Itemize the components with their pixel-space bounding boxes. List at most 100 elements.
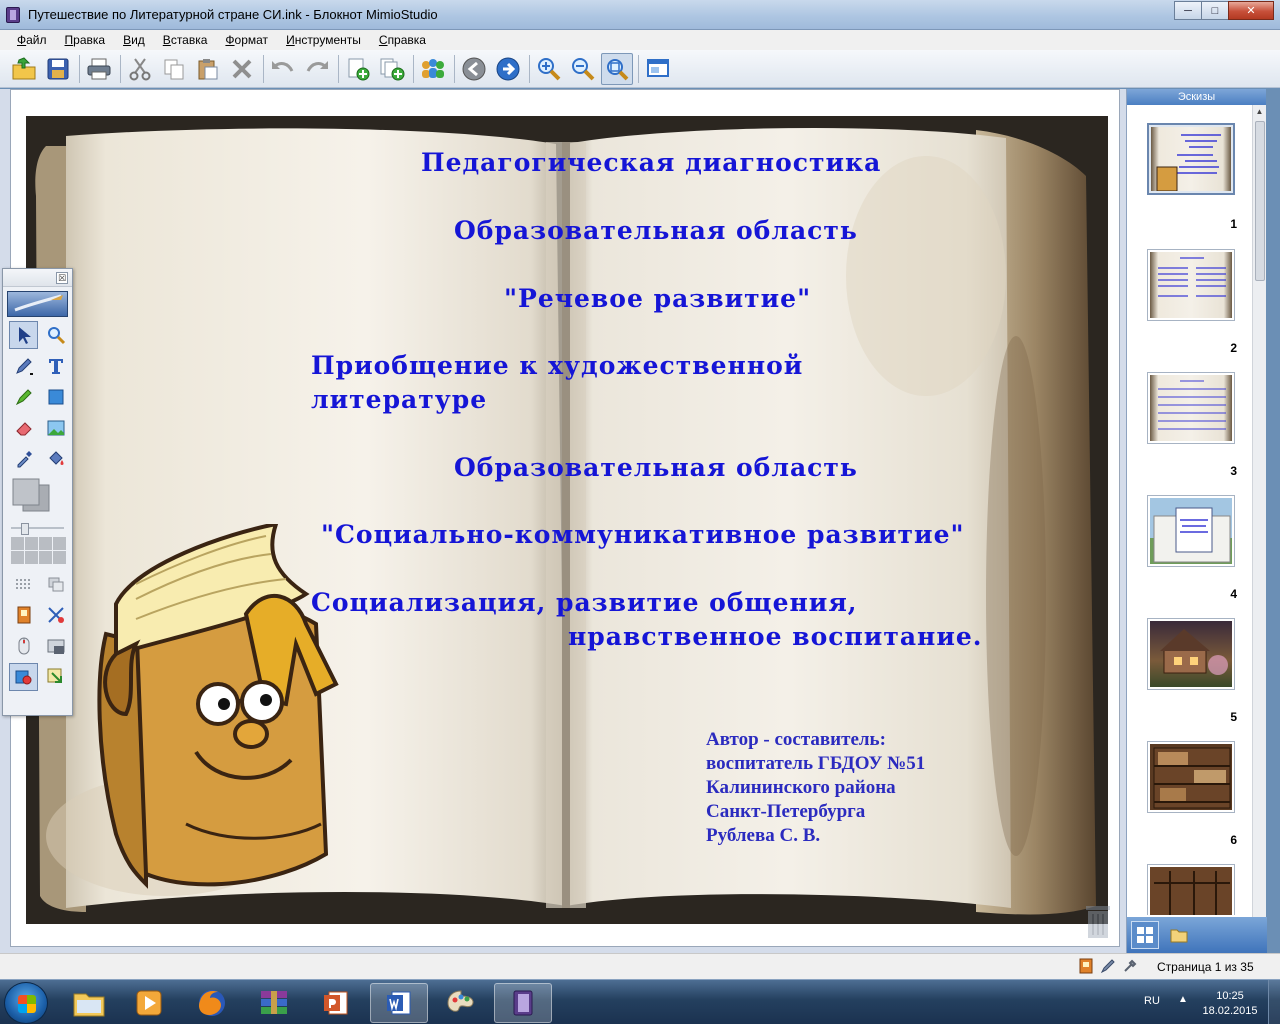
thumbnail-page-2[interactable] xyxy=(1147,249,1235,321)
language-indicator[interactable]: RU xyxy=(1144,995,1160,1007)
thumbnail-number: 3 xyxy=(1230,464,1237,478)
import-button[interactable] xyxy=(41,663,70,691)
zoom-in-button[interactable] xyxy=(533,53,565,85)
taskbar-powerpoint[interactable] xyxy=(307,983,365,1023)
gallery-status-icon[interactable] xyxy=(1078,958,1094,974)
scroll-up-icon[interactable]: ▲ xyxy=(1253,105,1266,119)
line-width-slider[interactable] xyxy=(9,523,66,535)
line-style-swatch[interactable] xyxy=(11,537,24,550)
menu-help[interactable]: Справка xyxy=(370,30,435,50)
line-style-swatch[interactable] xyxy=(53,537,66,550)
layers-icon xyxy=(48,577,63,592)
next-page-button[interactable] xyxy=(492,53,524,85)
paste-button[interactable] xyxy=(192,53,224,85)
trash-icon[interactable] xyxy=(1083,900,1113,940)
zoom-out-icon xyxy=(572,57,595,80)
thumbnail-page-3[interactable] xyxy=(1147,372,1235,444)
copy-button[interactable] xyxy=(158,53,190,85)
taskbar-word[interactable] xyxy=(370,983,428,1023)
thumbnail-page-1[interactable] xyxy=(1147,123,1235,195)
taskbar-mimio-notebook[interactable] xyxy=(494,983,552,1023)
thumbnail-page-7[interactable] xyxy=(1147,864,1235,915)
menu-tools[interactable]: Инструменты xyxy=(277,30,370,50)
print-button[interactable] xyxy=(83,53,115,85)
color-selector[interactable] xyxy=(9,477,66,521)
thumbnail-number: 2 xyxy=(1230,341,1237,355)
zoom-fit-icon xyxy=(607,58,629,80)
shape-tool-button[interactable] xyxy=(41,383,70,411)
zoom-fit-button[interactable] xyxy=(601,52,633,85)
thumbnail-page-6[interactable] xyxy=(1147,741,1235,813)
previous-page-button[interactable] xyxy=(458,53,490,85)
line-style-swatch[interactable] xyxy=(39,537,52,550)
highlighter-tool-button[interactable] xyxy=(9,383,38,411)
thumbnail-image xyxy=(1150,744,1232,810)
thumbnail-page-4[interactable] xyxy=(1147,495,1235,567)
screen-button[interactable] xyxy=(642,53,674,85)
start-button[interactable] xyxy=(4,982,48,1024)
close-button[interactable]: ✕ xyxy=(1228,1,1274,20)
select-tool-button[interactable] xyxy=(9,321,38,349)
palette-close-button[interactable]: ☒ xyxy=(56,272,68,284)
tools-button[interactable] xyxy=(41,601,70,629)
fill-tool-button[interactable] xyxy=(41,445,70,473)
thumbnails-panel-footer xyxy=(1127,917,1267,953)
line-style-swatch[interactable] xyxy=(25,551,38,564)
line-style-button[interactable] xyxy=(9,570,38,598)
gallery-view-button[interactable] xyxy=(1165,921,1193,949)
screen-capture-button[interactable] xyxy=(41,632,70,660)
recorder-button[interactable] xyxy=(9,663,38,691)
image-tool-button[interactable] xyxy=(41,414,70,442)
transparency-button[interactable] xyxy=(41,570,70,598)
save-button[interactable] xyxy=(42,53,74,85)
tools-status-icon[interactable] xyxy=(1122,958,1138,974)
menu-edit[interactable]: Правка xyxy=(56,30,115,50)
taskbar-paint[interactable] xyxy=(432,983,490,1023)
palette-header[interactable]: ☒ xyxy=(3,269,72,287)
zoom-out-button[interactable] xyxy=(567,53,599,85)
text-tool-button[interactable] xyxy=(41,352,70,380)
taskbar-winrar[interactable] xyxy=(245,983,303,1023)
scrollbar-thumb[interactable] xyxy=(1255,121,1265,281)
maximize-button[interactable]: □ xyxy=(1201,1,1229,20)
cut-button[interactable] xyxy=(124,53,156,85)
brush-preview[interactable] xyxy=(7,291,68,317)
taskbar-explorer[interactable] xyxy=(60,983,118,1023)
pen-status-icon[interactable] xyxy=(1100,958,1116,974)
delete-button[interactable] xyxy=(226,53,258,85)
menu-insert[interactable]: Вставка xyxy=(154,30,217,50)
menu-file[interactable]: Файл xyxy=(8,30,56,50)
line-style-swatch[interactable] xyxy=(53,551,66,564)
thumbnails-view-button[interactable] xyxy=(1131,921,1159,949)
new-page-button[interactable] xyxy=(342,53,374,85)
page-canvas[interactable]: Педагогическая диагностика Образовательн… xyxy=(10,89,1120,947)
line-style-swatch[interactable] xyxy=(11,551,24,564)
slide[interactable]: Педагогическая диагностика Образовательн… xyxy=(26,116,1108,924)
menu-format[interactable]: Формат xyxy=(216,30,277,50)
line-style-swatches[interactable] xyxy=(11,537,66,564)
pen-tool-button[interactable] xyxy=(9,352,38,380)
gallery-button[interactable] xyxy=(9,601,38,629)
menu-bar: Файл Правка Вид Вставка Формат Инструмен… xyxy=(0,30,1280,50)
show-desktop-button[interactable] xyxy=(1268,980,1280,1024)
recorder-icon xyxy=(15,670,31,685)
line-style-swatch[interactable] xyxy=(39,551,52,564)
tray-expand-icon[interactable]: ▲ xyxy=(1178,994,1188,1005)
zoom-tool-button[interactable] xyxy=(41,321,70,349)
thumbnail-page-5[interactable] xyxy=(1147,618,1235,690)
minimize-button[interactable]: ─ xyxy=(1174,1,1202,20)
system-clock[interactable]: 10:25 18.02.2015 xyxy=(1198,989,1262,1019)
eyedropper-tool-button[interactable] xyxy=(9,445,38,473)
duplicate-page-button[interactable] xyxy=(376,53,408,85)
mouse-button[interactable] xyxy=(9,632,38,660)
thumbnails-scrollbar[interactable]: ▲ xyxy=(1252,105,1266,917)
taskbar-firefox[interactable] xyxy=(183,983,241,1023)
line-style-swatch[interactable] xyxy=(25,537,38,550)
taskbar-media-player[interactable] xyxy=(120,983,178,1023)
redo-button[interactable] xyxy=(301,53,333,85)
undo-button[interactable] xyxy=(267,53,299,85)
open-button[interactable] xyxy=(8,53,40,85)
eraser-tool-button[interactable] xyxy=(9,414,38,442)
collaborate-button[interactable] xyxy=(417,53,449,85)
menu-view[interactable]: Вид xyxy=(114,30,154,50)
